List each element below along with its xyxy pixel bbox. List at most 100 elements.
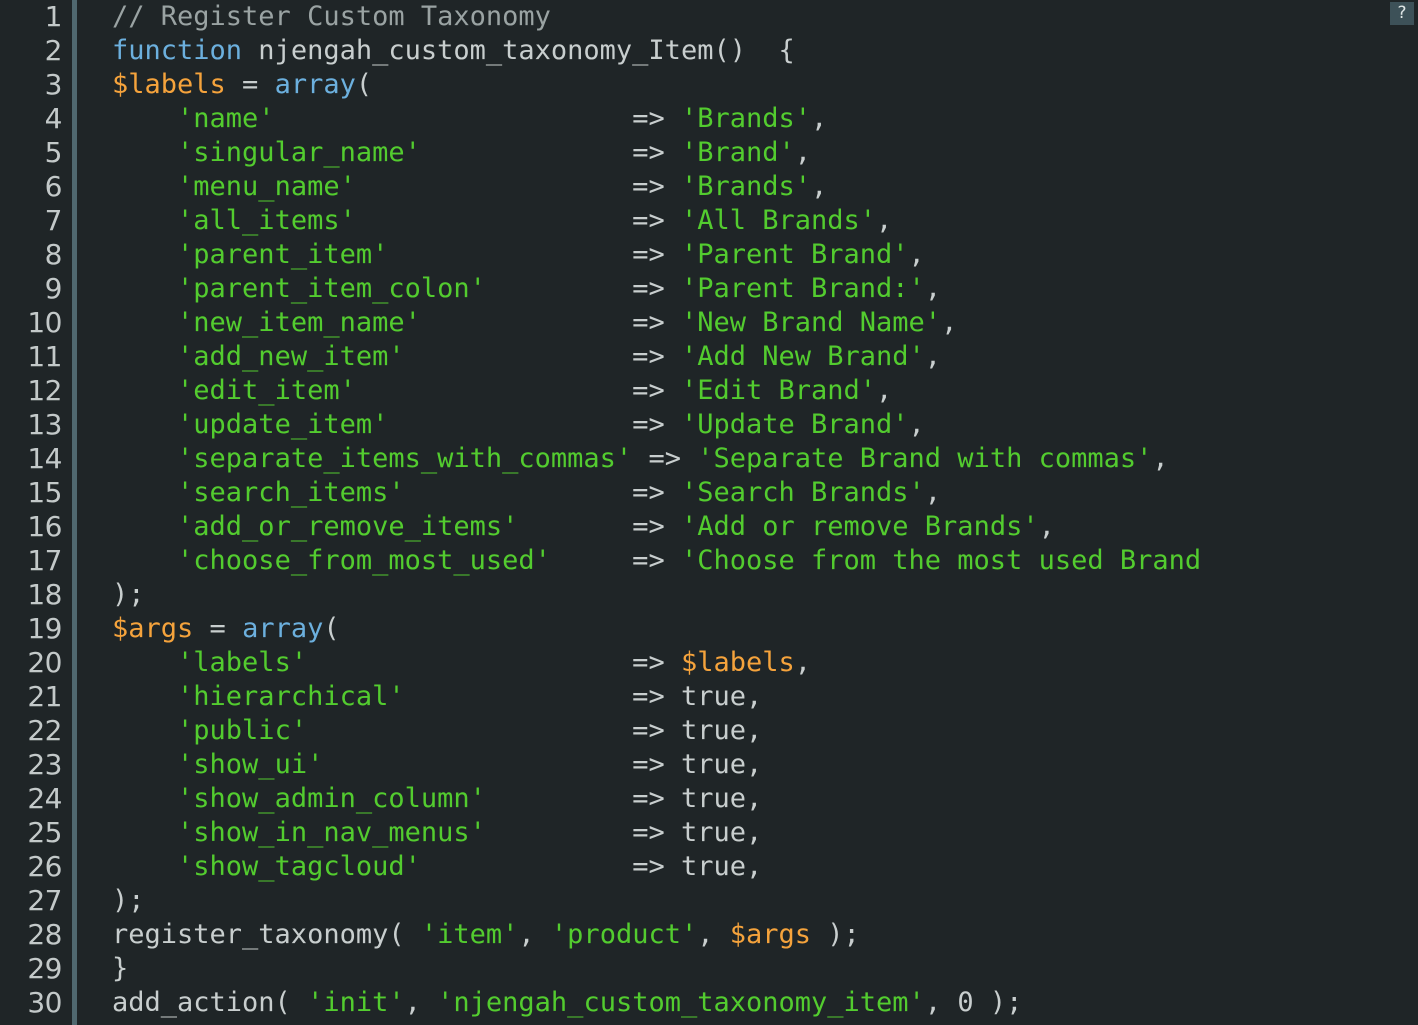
line-number: 29 — [27, 952, 62, 985]
code-line[interactable]: function njengah_custom_taxonomy_Item() … — [77, 34, 1418, 68]
code-token-string: 'parent_item' — [177, 239, 389, 270]
code-token-string: 'update_item' — [177, 409, 389, 440]
code-line[interactable]: 'separate_items_with_commas' => 'Separat… — [77, 442, 1418, 476]
code-token-plain: , — [404, 987, 438, 1018]
code-line[interactable]: 'singular_name' => 'Brand', — [77, 136, 1418, 170]
line-number: 4 — [44, 102, 63, 135]
code-line[interactable]: 'choose_from_most_used' => 'Choose from … — [77, 544, 1418, 578]
line-number: 30 — [27, 986, 62, 1019]
code-token-string: 'show_ui' — [177, 749, 324, 780]
code-line[interactable]: // Register Custom Taxonomy — [77, 0, 1418, 34]
line-number: 18 — [27, 578, 62, 611]
code-token-plain: , — [924, 341, 942, 372]
code-line[interactable]: register_taxonomy( 'item', 'product', $a… — [77, 918, 1418, 952]
code-line[interactable]: ); — [77, 884, 1418, 918]
code-line[interactable]: 'show_admin_column' => true, — [77, 782, 1418, 816]
code-token-string: 'Brands' — [680, 171, 811, 202]
code-token-plain: => — [550, 545, 681, 576]
code-line[interactable]: 'show_in_nav_menus' => true, — [77, 816, 1418, 850]
code-token-plain: , — [941, 307, 958, 338]
line-number: 14 — [27, 442, 62, 475]
code-token-plain: register_taxonomy( — [112, 919, 421, 950]
code-token-string: 'add_new_item' — [177, 341, 405, 372]
code-token-plain: , — [794, 647, 812, 678]
code-line[interactable]: 'search_items' => 'Search Brands', — [77, 476, 1418, 510]
code-token-plain: ( — [355, 69, 373, 100]
code-token-plain: , — [908, 409, 925, 440]
code-line[interactable]: $args = array( — [77, 612, 1418, 646]
code-line[interactable]: ); — [77, 578, 1418, 612]
code-token-string: 'show_admin_column' — [177, 783, 486, 814]
line-number: 8 — [44, 238, 63, 271]
code-token-keyword: array — [274, 69, 356, 100]
code-token-plain: ); — [112, 579, 145, 610]
code-token-plain: => — [404, 681, 681, 712]
code-token-string: 'Choose from the most used Brand — [680, 545, 1202, 576]
code-line[interactable]: 'all_items' => 'All Brands', — [77, 204, 1418, 238]
code-line[interactable]: 'labels' => $labels, — [77, 646, 1418, 680]
line-number: 15 — [27, 476, 62, 509]
code-token-string: 'menu_name' — [177, 171, 356, 202]
code-token-plain: => — [388, 409, 681, 440]
code-token-string: 'name' — [177, 103, 275, 134]
line-number: 28 — [27, 918, 62, 951]
code-line[interactable]: 'name' => 'Brands', — [77, 102, 1418, 136]
line-number: 25 — [27, 816, 62, 849]
line-number: 27 — [27, 884, 62, 917]
code-line[interactable]: 'show_ui' => true, — [77, 748, 1418, 782]
code-token-string: 'edit_item' — [177, 375, 356, 406]
code-token-plain: , — [876, 375, 893, 406]
code-line[interactable]: 'add_or_remove_items' => 'Add or remove … — [77, 510, 1418, 544]
code-token-plain: , — [876, 205, 893, 236]
code-token-string: 'parent_item_colon' — [177, 273, 486, 304]
code-token-plain: , — [746, 817, 763, 848]
code-line[interactable]: 'menu_name' => 'Brands', — [77, 170, 1418, 204]
code-line[interactable]: 'show_tagcloud' => true, — [77, 850, 1418, 884]
help-question-mark-icon[interactable]: ? — [1390, 2, 1414, 25]
code-token-plain: => — [307, 715, 681, 746]
code-token-string: 'hierarchical' — [177, 681, 405, 712]
code-token-plain: , — [745, 681, 763, 712]
code-line[interactable]: add_action( 'init', 'njengah_custom_taxo… — [77, 986, 1418, 1020]
code-line[interactable]: 'parent_item_colon' => 'Parent Brand:', — [77, 272, 1418, 306]
code-token-string: 'item' — [420, 919, 519, 950]
code-token-string: 'Add New Brand' — [680, 341, 925, 372]
code-token-plain: => — [355, 375, 681, 406]
code-token-string: 'All Brands' — [680, 205, 877, 236]
line-number: 2 — [44, 34, 63, 67]
code-token-plain: => — [355, 171, 681, 202]
code-line[interactable]: 'edit_item' => 'Edit Brand', — [77, 374, 1418, 408]
code-token-bool: true — [680, 783, 746, 814]
line-number: 3 — [44, 68, 63, 101]
line-number: 12 — [27, 374, 62, 407]
code-line[interactable]: 'new_item_name' => 'New Brand Name', — [77, 306, 1418, 340]
code-line[interactable]: 'add_new_item' => 'Add New Brand', — [77, 340, 1418, 374]
line-number: 20 — [27, 646, 62, 679]
code-content-area[interactable]: // Register Custom Taxonomy function njen… — [77, 0, 1418, 1025]
code-token-plain: , — [924, 273, 942, 304]
code-editor[interactable]: 1 2 3 4 5 6 7 8 9 10 11 12 13 14 15 16 17 18 19 20 21 22 23 24 2… — [0, 0, 1418, 1025]
line-number-gutter: 1 2 3 4 5 6 7 8 9 10 11 12 13 14 15 16 17 18 19 20 21 22 23 24 2… — [0, 0, 72, 1025]
code-line[interactable]: 'public' => true, — [77, 714, 1418, 748]
code-line[interactable]: 'parent_item' => 'Parent Brand', — [77, 238, 1418, 272]
code-line[interactable]: 'update_item' => 'Update Brand', — [77, 408, 1418, 442]
code-token-string: 'singular_name' — [177, 137, 421, 168]
line-number: 13 — [27, 408, 62, 441]
code-line[interactable]: 'hierarchical' => true, — [77, 680, 1418, 714]
code-token-plain: => — [404, 477, 681, 508]
code-line[interactable]: } — [77, 952, 1418, 986]
code-token-plain: => — [632, 443, 698, 474]
code-token-string: 'labels' — [177, 647, 308, 678]
code-token-string: 'Separate Brand with commas' — [697, 443, 1153, 474]
code-token-plain: => — [404, 341, 681, 372]
code-line[interactable]: $labels = array( — [77, 68, 1418, 102]
code-token-plain: , — [746, 749, 763, 780]
